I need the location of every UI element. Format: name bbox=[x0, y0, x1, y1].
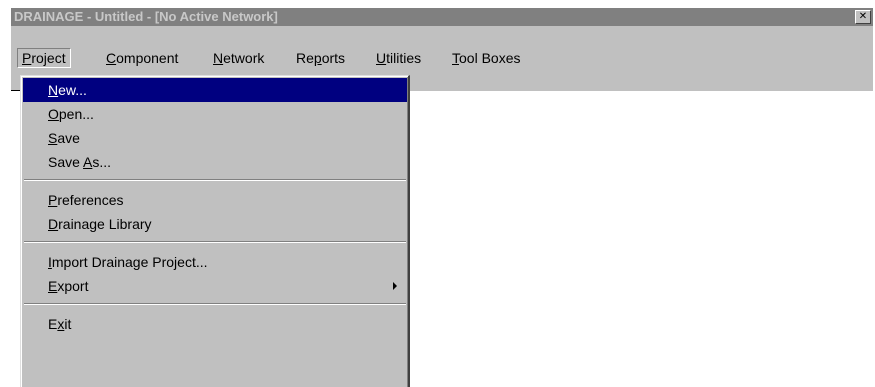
menu-reports-label: orts bbox=[321, 50, 346, 66]
menu-network-mnemonic: N bbox=[213, 50, 224, 66]
close-button[interactable]: ✕ bbox=[855, 10, 871, 24]
menu-item-save[interactable]: Save bbox=[23, 126, 407, 150]
menu-item-exit-prefix: E bbox=[48, 316, 58, 332]
menu-item-import-label: mport Drainage Project... bbox=[51, 254, 208, 270]
menu-item-import-drainage-project[interactable]: Import Drainage Project... bbox=[23, 250, 407, 274]
menu-separator bbox=[24, 241, 406, 243]
menu-separator bbox=[24, 303, 406, 305]
menu-item-exit[interactable]: Exit bbox=[23, 312, 407, 336]
menu-item-new-label: ew... bbox=[58, 82, 87, 98]
menu-project-mnemonic: P bbox=[22, 50, 32, 66]
menu-tool-boxes-mnemonic: T bbox=[452, 50, 459, 66]
menu-item-open[interactable]: Open... bbox=[23, 102, 407, 126]
menu-utilities-label: tilities bbox=[386, 50, 422, 66]
project-dropdown-menu: New... Open... Save Save As... Preferenc… bbox=[20, 75, 410, 387]
menu-item-preferences[interactable]: Preferences bbox=[23, 188, 407, 212]
menu-item-exit-label: it bbox=[64, 316, 72, 332]
submenu-arrow-icon bbox=[393, 282, 397, 290]
menu-item-preferences-mnemonic: P bbox=[48, 192, 58, 208]
menu-item-new[interactable]: New... bbox=[23, 78, 407, 102]
title-bar[interactable]: DRAINAGE - Untitled - [No Active Network… bbox=[11, 8, 873, 26]
menu-item-drainage-library[interactable]: Drainage Library bbox=[23, 212, 407, 236]
menu-utilities-mnemonic: U bbox=[376, 50, 387, 66]
menu-component[interactable]: Component bbox=[102, 48, 182, 68]
menu-item-save-as-label: s... bbox=[92, 154, 112, 170]
menu-tool-boxes-label: ool Boxes bbox=[459, 50, 521, 66]
menu-reports[interactable]: Reports bbox=[292, 48, 349, 68]
menu-item-export-mnemonic: E bbox=[48, 278, 58, 294]
menu-item-save-as[interactable]: Save As... bbox=[23, 150, 407, 174]
menu-item-save-mnemonic: S bbox=[48, 130, 58, 146]
menu-separator bbox=[24, 179, 406, 181]
menu-network-label: etwork bbox=[223, 50, 265, 66]
application-window: DRAINAGE - Untitled - [No Active Network… bbox=[0, 0, 875, 387]
menu-item-preferences-label: references bbox=[57, 192, 124, 208]
menu-item-save-as-prefix: Save bbox=[48, 154, 84, 170]
menu-item-drainage-library-label: rainage Library bbox=[58, 216, 152, 232]
menu-item-open-mnemonic: O bbox=[48, 106, 59, 122]
menu-project-label: roject bbox=[31, 50, 66, 66]
menu-item-export-label: xport bbox=[57, 278, 89, 294]
menu-project[interactable]: Project bbox=[17, 48, 71, 68]
menu-reports-mnemonic: p bbox=[313, 50, 322, 66]
menu-item-save-as-mnemonic: A bbox=[83, 154, 93, 170]
menu-item-save-label: ave bbox=[57, 130, 80, 146]
window-title: DRAINAGE - Untitled - [No Active Network… bbox=[14, 9, 278, 24]
close-icon: ✕ bbox=[858, 11, 868, 22]
menu-component-label: omponent bbox=[116, 50, 179, 66]
menu-item-drainage-library-mnemonic: D bbox=[48, 216, 59, 232]
menu-component-mnemonic: C bbox=[106, 50, 117, 66]
menu-utilities[interactable]: Utilities bbox=[372, 48, 425, 68]
menu-network[interactable]: Network bbox=[209, 48, 268, 68]
menu-item-new-mnemonic: N bbox=[48, 82, 59, 98]
menu-item-export[interactable]: Export bbox=[23, 274, 407, 298]
menu-item-open-label: pen... bbox=[58, 106, 94, 122]
menu-reports-prefix: Re bbox=[296, 50, 314, 66]
menu-tool-boxes[interactable]: Tool Boxes bbox=[448, 48, 524, 68]
